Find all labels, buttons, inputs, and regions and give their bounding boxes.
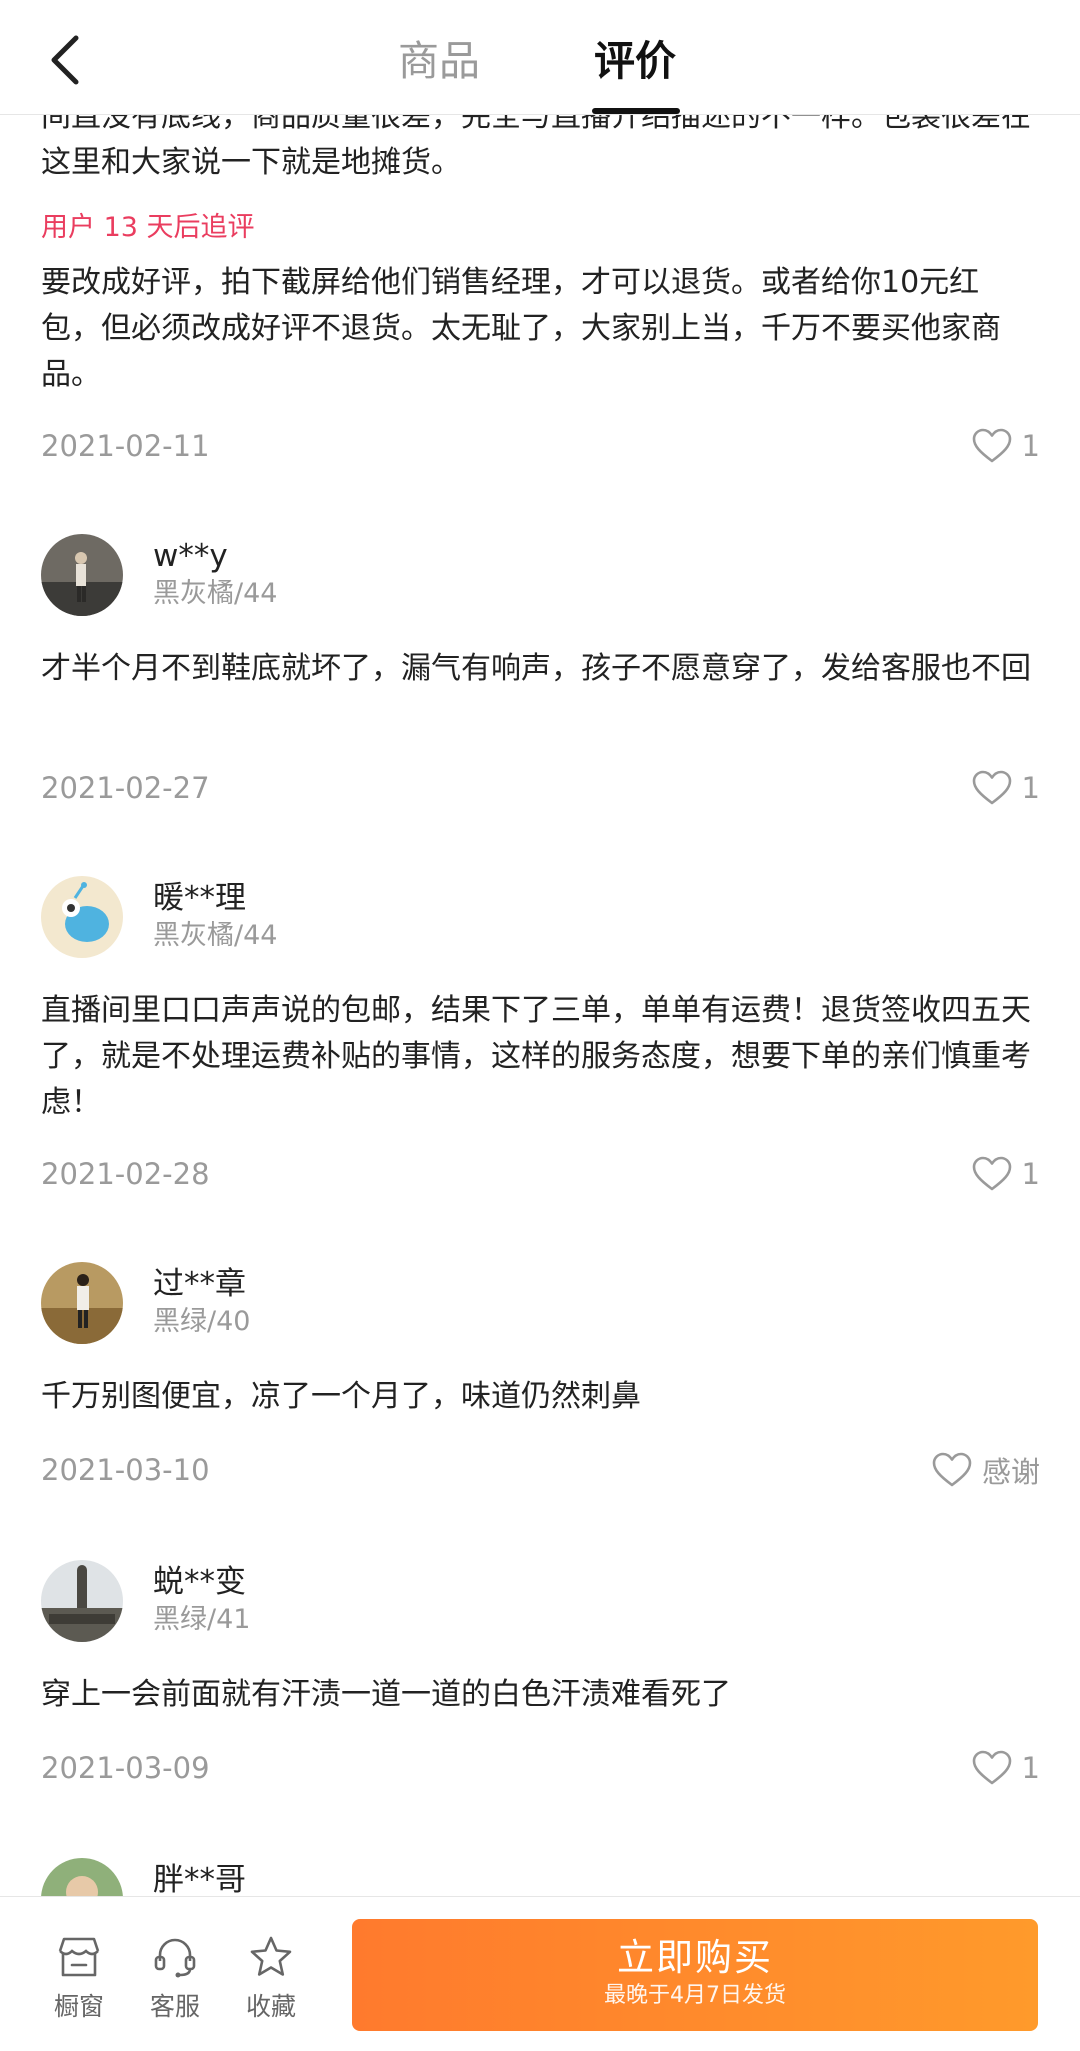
avatar[interactable] <box>41 534 123 616</box>
headset-icon <box>154 1938 196 1978</box>
like-count: 1 <box>1021 429 1040 463</box>
like-button[interactable]: 1 <box>972 424 1040 468</box>
shop-window-label: 橱窗 <box>53 1992 104 2021</box>
like-button[interactable]: 1 <box>972 766 1040 810</box>
top-nav-bar: 商品 评价 <box>0 0 1080 115</box>
review-date: 2021-03-09 <box>41 1751 210 1785</box>
like-button[interactable]: 1 <box>972 1152 1040 1196</box>
followup-text: 要改成好评，拍下截屏给他们销售经理，才可以退货。或者给你10元红包，但必须改成好… <box>41 265 1001 392</box>
heart-icon <box>972 770 1011 805</box>
product-spec: 黑绿/40 <box>153 1306 251 1337</box>
thank-label: 感谢 <box>981 1455 1040 1489</box>
bottom-action-bar: 橱窗 客服 收藏 立即购买 最晚于4月7日发货 <box>0 1896 1080 2051</box>
heart-icon <box>972 1750 1011 1785</box>
avatar[interactable] <box>41 1560 123 1642</box>
shop-window-button[interactable]: 橱窗 <box>34 1935 124 2023</box>
star-icon <box>250 1936 292 1976</box>
customer-service-button[interactable]: 客服 <box>130 1935 220 2023</box>
active-tab-indicator <box>592 108 680 114</box>
customer-service-label: 客服 <box>149 1992 200 2021</box>
product-spec: 黑灰橘/44 <box>153 920 278 951</box>
avatar-image <box>41 1560 123 1642</box>
username: 蜕**变 <box>153 1564 246 1600</box>
review-text: 才半个月不到鞋底就坏了，漏气有响声，孩子不愿意穿了，发给客服也不回 <box>41 651 1031 686</box>
shop-window-icon <box>58 1937 100 1977</box>
review-date: 2021-02-11 <box>41 429 210 463</box>
heart-icon <box>932 1452 972 1487</box>
username: w**y <box>153 538 228 574</box>
review-date: 2021-03-10 <box>41 1453 210 1487</box>
back-button[interactable] <box>40 30 90 90</box>
favorite-button[interactable]: 收藏 <box>226 1935 316 2023</box>
reviews-list[interactable]: 间直没有底线，商品质量很差，完全与直播介绍描述的不一样。包装很差在这里和大家说一… <box>0 114 1080 1896</box>
avatar[interactable] <box>41 1262 123 1344</box>
username: 过**章 <box>153 1266 246 1302</box>
heart-icon <box>972 428 1011 463</box>
username: 胖**哥 <box>153 1862 246 1896</box>
review-text: 间直没有底线，商品质量很差，完全与直播介绍描述的不一样。包装很差在这里和大家说一… <box>41 114 1031 180</box>
username: 暖**理 <box>153 880 246 916</box>
avatar[interactable] <box>41 876 123 958</box>
tab-goods[interactable]: 商品 <box>398 34 480 88</box>
review-text: 穿上一会前面就有汗渍一道一道的白色汗渍难看死了 <box>41 1677 731 1712</box>
avatar-image <box>41 1858 123 1896</box>
heart-icon <box>972 1156 1011 1191</box>
product-spec: 黑绿/41 <box>153 1604 251 1635</box>
buy-now-button[interactable]: 立即购买 最晚于4月7日发货 <box>352 1919 1038 2031</box>
like-count: 1 <box>1021 771 1040 805</box>
followup-label: 用户 13 天后追评 <box>41 212 255 243</box>
shipping-note: 最晚于4月7日发货 <box>604 1983 786 2008</box>
avatar-image <box>41 534 123 616</box>
avatar[interactable] <box>41 1858 123 1896</box>
like-button[interactable]: 1 <box>972 1746 1040 1790</box>
avatar-image <box>41 876 123 958</box>
avatar-image <box>41 1262 123 1344</box>
like-count: 1 <box>1021 1157 1040 1191</box>
favorite-label: 收藏 <box>245 1992 296 2021</box>
review-date: 2021-02-28 <box>41 1157 210 1191</box>
thank-button[interactable]: 感谢 <box>932 1448 1040 1492</box>
review-text: 千万别图便宜，凉了一个月了，味道仍然刺鼻 <box>41 1379 641 1414</box>
tab-reviews[interactable]: 评价 <box>594 34 676 88</box>
review-date: 2021-02-27 <box>41 771 210 805</box>
product-spec: 黑灰橘/44 <box>153 578 278 609</box>
buy-now-label: 立即购买 <box>617 1936 773 1979</box>
chevron-left-icon <box>51 35 79 85</box>
like-count: 1 <box>1021 1751 1040 1785</box>
review-text: 直播间里口口声声说的包邮，结果下了三单，单单有运费！退货签收四五天了，就是不处理… <box>41 993 1031 1120</box>
